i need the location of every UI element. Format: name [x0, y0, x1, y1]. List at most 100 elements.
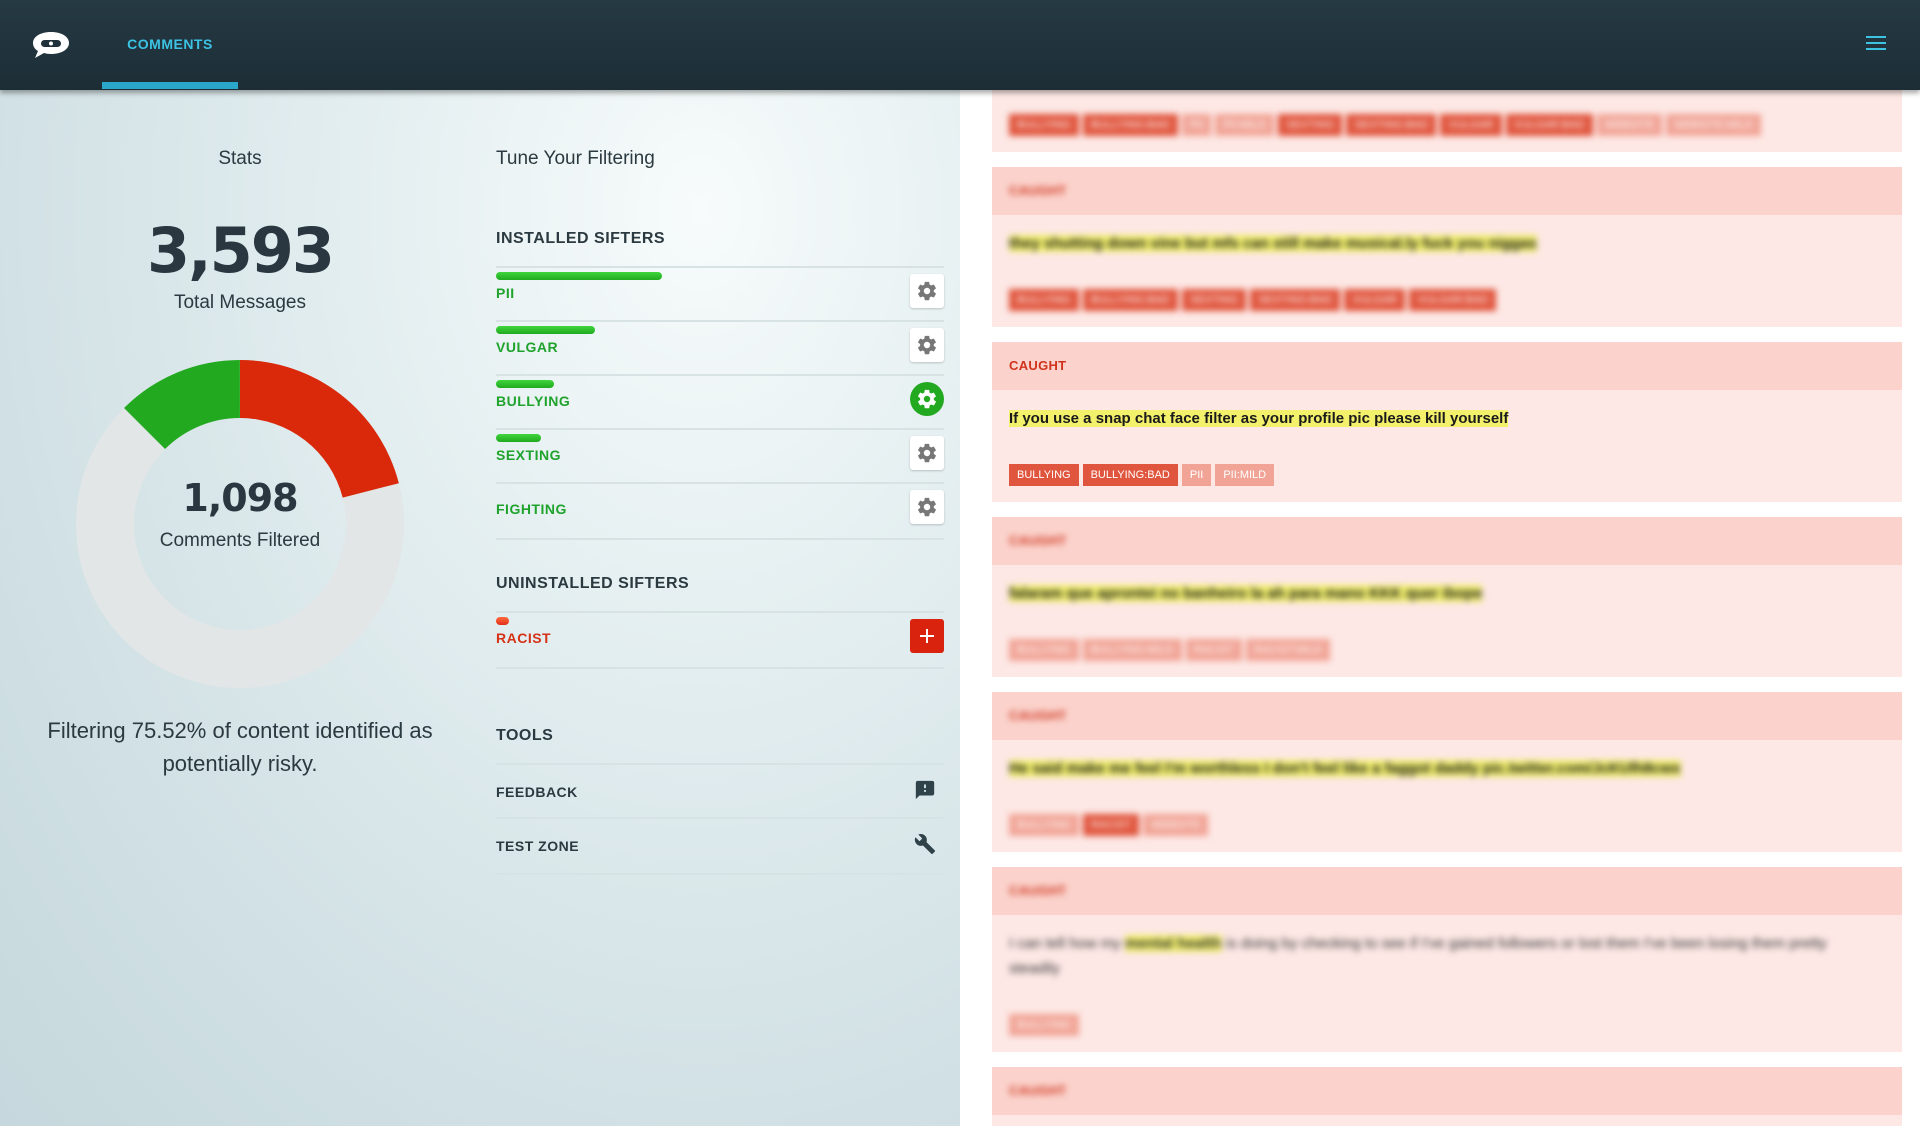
sifter-label: SEXTING — [496, 447, 561, 463]
comment-status-header: CAUGHT — [992, 692, 1902, 740]
sifter-label: BULLYING — [496, 393, 571, 409]
active-tab-indicator — [102, 82, 238, 89]
tag: VULGAR — [1344, 289, 1406, 311]
sifter-row-vulgar: VULGAR — [496, 320, 944, 376]
plus-icon — [920, 629, 934, 643]
speech-bubble-logo-icon[interactable] — [30, 30, 72, 60]
sifter-level-bar — [496, 380, 554, 388]
tag: PII:MILD — [1215, 464, 1275, 486]
tool-label: TEST ZONE — [496, 838, 580, 854]
comment-text: they shutting down vine but mfs can stil… — [1009, 235, 1537, 252]
sifter-row-fighting: FIGHTING — [496, 482, 944, 540]
caught-label: CAUGHT — [1009, 883, 1067, 898]
tool-label: FEEDBACK — [496, 784, 578, 800]
tune-filtering-section: Tune Your Filtering INSTALLED SIFTERS PI… — [496, 90, 944, 1126]
comment-text: I can tell how my mental health is doing… — [1009, 935, 1827, 977]
vulgar-settings-button[interactable] — [910, 328, 944, 362]
comment-tags: BULLYING RACIST WEBSITE — [1009, 814, 1212, 836]
tag: VULGAR — [1440, 114, 1502, 136]
tag: SEXTING:BAD — [1250, 289, 1341, 311]
gear-icon — [918, 335, 936, 355]
comment-card[interactable]: CAUGHT He said make me feel I'm worthles… — [992, 692, 1902, 852]
gear-icon — [918, 281, 936, 301]
comment-card[interactable]: CAUGHT If you use a snap chat face filte… — [992, 342, 1902, 502]
hamburger-menu-icon[interactable] — [1866, 36, 1886, 52]
tag: VULGAR:BAD — [1409, 289, 1497, 311]
filtering-summary-text: Filtering 75.52% of content identified a… — [47, 718, 433, 776]
stats-section: Stats 3,593 Total Messages 1,098 Comment… — [0, 90, 480, 1126]
tag: WEBSITE — [1142, 814, 1209, 836]
comments-filtered-value: 1,098 — [182, 476, 298, 520]
comment-card[interactable]: CAUGHT — [992, 1067, 1902, 1126]
tune-filtering-heading: Tune Your Filtering — [496, 148, 655, 169]
comment-text: He said make me feel I'm worthless I don… — [1009, 760, 1681, 777]
sifter-label: PII — [496, 285, 515, 301]
feedback-icon[interactable] — [914, 779, 936, 801]
comment-feed: BULLYING BULLYING:BAD PII PII:MILD SEXTING SE… — [960, 90, 1920, 1126]
caught-label: CAUGHT — [1009, 533, 1067, 548]
dashboard-panel: Stats 3,593 Total Messages 1,098 Comment… — [0, 90, 960, 1126]
uninstalled-sifters-heading: UNINSTALLED SIFTERS — [496, 575, 690, 592]
comments-filtered-label: Comments Filtered — [159, 530, 321, 551]
tag: SEXTING — [1278, 114, 1343, 136]
caught-label: CAUGHT — [1009, 708, 1067, 723]
tag: WEBSITE — [1596, 114, 1663, 136]
gear-icon — [918, 389, 936, 409]
tag: BULLYING — [1009, 639, 1079, 661]
wrench-icon[interactable] — [914, 833, 936, 855]
sifter-level-bar — [496, 434, 541, 442]
caught-label: CAUGHT — [1009, 1083, 1067, 1098]
comment-card[interactable]: CAUGHT they shutting down vine but mfs c… — [992, 167, 1902, 327]
comment-text: If you use a snap chat face filter as yo… — [1009, 410, 1509, 427]
sifter-row-bullying: BULLYING — [496, 374, 944, 430]
sifter-label: RACIST — [496, 630, 552, 646]
tag: PII — [1181, 464, 1212, 486]
comment-tags: BULLYING BULLYING:BAD PII PII:MILD SEXTING SE… — [1009, 114, 1765, 136]
sifter-level-bar — [496, 272, 662, 280]
tag: BULLYING — [1009, 464, 1079, 486]
sifter-row-sexting: SEXTING — [496, 428, 944, 484]
tag: VULGAR:BAD — [1505, 114, 1593, 136]
tag: BULLYING:BAD — [1082, 464, 1178, 486]
tag: RACIST:MILD — [1245, 639, 1331, 661]
comment-status-header: CAUGHT — [992, 167, 1902, 215]
install-racist-button[interactable] — [910, 619, 944, 653]
sifter-label: FIGHTING — [496, 501, 567, 517]
fighting-settings-button[interactable] — [910, 490, 944, 524]
gear-icon — [918, 443, 936, 463]
comment-text: falaram que aprontei no banheiro la ah p… — [1009, 585, 1483, 602]
installed-sifters-heading: INSTALLED SIFTERS — [496, 230, 666, 247]
tag: SEXTING — [1181, 289, 1247, 311]
comment-status-header: CAUGHT — [992, 342, 1902, 390]
top-nav-bar: COMMENTS — [0, 0, 1920, 90]
tool-row-feedback[interactable]: FEEDBACK — [496, 763, 944, 819]
tab-comments[interactable]: COMMENTS — [102, 0, 238, 90]
comment-tags: BULLYING — [1009, 1014, 1083, 1036]
sifter-level-bar — [496, 617, 509, 625]
comment-card[interactable]: CAUGHT falaram que aprontei no banheiro … — [992, 517, 1902, 677]
tag: BULLYING — [1009, 814, 1079, 836]
tag: PII:MILD — [1215, 114, 1275, 136]
comment-status-header: CAUGHT — [992, 517, 1902, 565]
sifter-row-racist: RACIST — [496, 611, 944, 669]
comment-tags: BULLYING BULLYING:MILD RACIST RACIST:MILD — [1009, 639, 1334, 661]
tag: BULLYING:BAD — [1082, 289, 1178, 311]
gear-icon — [918, 497, 936, 517]
comment-card[interactable]: BULLYING BULLYING:BAD PII PII:MILD SEXTING SE… — [992, 90, 1902, 152]
tag: BULLYING:BAD — [1082, 114, 1178, 136]
comment-tags: BULLYING BULLYING:BAD SEXTING SEXTING:BAD VU… — [1009, 289, 1500, 311]
caught-label: CAUGHT — [1009, 358, 1067, 373]
pii-settings-button[interactable] — [910, 274, 944, 308]
caught-label: CAUGHT — [1009, 183, 1067, 198]
bullying-settings-button[interactable] — [910, 382, 944, 416]
sexting-settings-button[interactable] — [910, 436, 944, 470]
tag: BULLYING — [1009, 1014, 1079, 1036]
tool-row-test-zone[interactable]: TEST ZONE — [496, 817, 944, 875]
comment-status-header: CAUGHT — [992, 1067, 1902, 1115]
comment-card[interactable]: CAUGHT I can tell how my mental health i… — [992, 867, 1902, 1052]
tag: BULLYING — [1009, 114, 1079, 136]
tag: RACIST — [1185, 639, 1242, 661]
tag: RACIST — [1082, 814, 1139, 836]
tools-heading: TOOLS — [496, 727, 554, 744]
comment-tags: BULLYING BULLYING:BAD PII PII:MILD — [1009, 464, 1278, 486]
